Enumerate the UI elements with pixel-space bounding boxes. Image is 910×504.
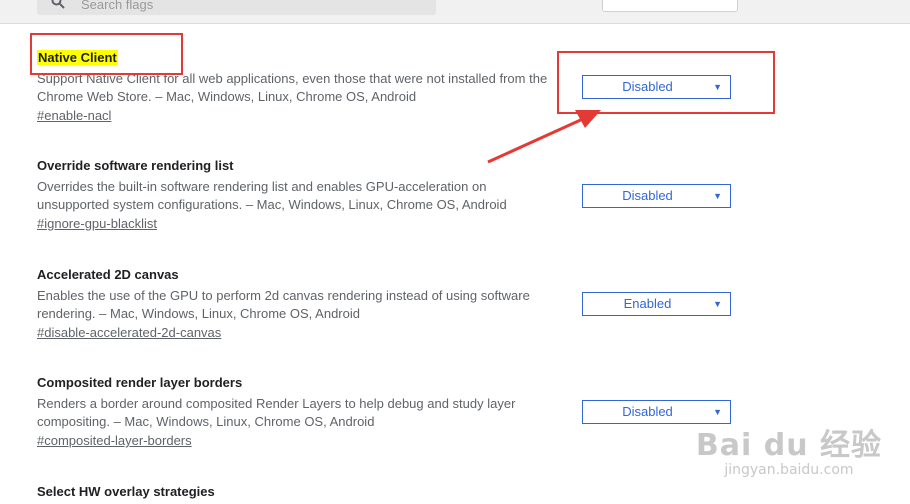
flag-title: Native Client [37,50,118,65]
select-value: Disabled [622,188,673,203]
flag-select-override-software-rendering[interactable]: Disabled ▼ [582,184,731,208]
flag-permalink[interactable]: #enable-nacl [37,108,577,124]
top-toolbar: Search flags [0,0,910,24]
flag-title: Accelerated 2D canvas [37,267,179,282]
baidu-watermark: Bai du 经验 jingyan.baidu.com [696,420,882,478]
reset-all-button[interactable] [602,0,738,12]
flag-description: Renders a border around composited Rende… [37,396,516,429]
dropdown-arrow-icon: ▼ [713,191,722,201]
watermark-site: jingyan.baidu.com [724,462,854,478]
search-placeholder: Search flags [81,0,154,12]
flag-permalink[interactable]: #composited-layer-borders [37,433,577,449]
select-value: Disabled [622,79,673,94]
flag-select-hw-overlay: Select HW overlay strategies [37,484,577,500]
flag-native-client: Native Client Support Native Client for … [37,50,577,124]
flag-accelerated-2d-canvas: Accelerated 2D canvas Enables the use of… [37,267,577,341]
search-icon [51,0,65,9]
dropdown-arrow-icon: ▼ [713,82,722,92]
watermark-logo: Bai du 经验 [695,428,882,463]
flag-description: Overrides the built-in software renderin… [37,179,507,212]
select-value: Enabled [623,296,672,311]
flag-description: Enables the use of the GPU to perform 2d… [37,288,530,321]
flag-title: Composited render layer borders [37,375,243,390]
flag-select-accelerated-2d-canvas[interactable]: Enabled ▼ [582,292,731,316]
flag-permalink[interactable]: #ignore-gpu-blacklist [37,216,577,232]
flag-select-native-client[interactable]: Disabled ▼ [582,75,731,99]
flag-composited-layer-borders: Composited render layer borders Renders … [37,375,577,449]
select-value: Disabled [622,404,673,419]
flag-permalink[interactable]: #disable-accelerated-2d-canvas [37,325,577,341]
flag-title: Override software rendering list [37,158,234,173]
flag-description: Support Native Client for all web applic… [37,71,548,104]
search-field[interactable]: Search flags [37,0,436,15]
dropdown-arrow-icon: ▼ [713,299,722,309]
flag-title: Select HW overlay strategies [37,484,215,499]
flag-override-software-rendering: Override software rendering list Overrid… [37,158,577,232]
